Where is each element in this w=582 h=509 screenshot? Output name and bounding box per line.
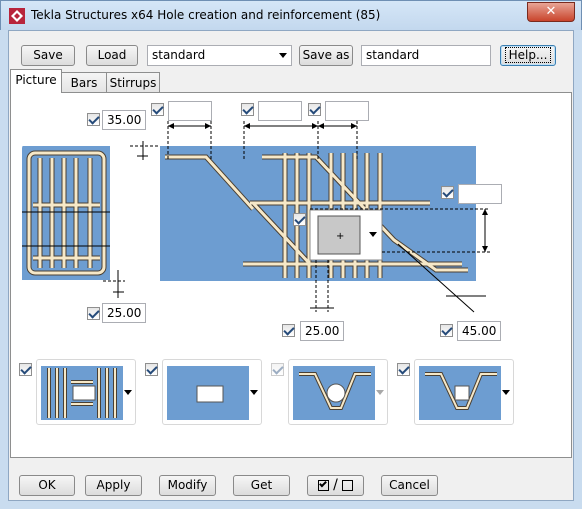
right-dim-field[interactable] [458,184,502,204]
save-button[interactable]: Save [21,45,75,66]
preset-select-value: standard [152,48,206,62]
cancel-button[interactable]: Cancel [381,475,438,496]
close-button[interactable]: ✕ [527,2,575,22]
dim-a-checkbox[interactable] [151,103,164,116]
dim-a-field[interactable] [168,101,212,121]
bottom-spacing-field[interactable]: 25.00 [300,321,344,341]
toggle-separator: / [333,477,338,493]
dim-c-checkbox[interactable] [308,103,321,116]
tab-picture[interactable]: Picture [10,69,62,93]
option-3-checkbox[interactable] [271,363,284,376]
option-4-checkbox[interactable] [397,363,410,376]
dim-c-field[interactable] [325,101,369,121]
straight-bars-icon [41,366,123,420]
option-1-checkbox[interactable] [19,363,32,376]
bottom-left-checkbox[interactable] [87,307,100,320]
unchecked-box-icon [341,480,353,491]
load-button[interactable]: Load [86,45,138,66]
chevron-down-icon [279,53,287,58]
window-title: Tekla Structures x64 Hole creation and r… [31,8,381,22]
dim-b-checkbox[interactable] [241,103,254,116]
bottom-mid-checkbox[interactable] [282,324,295,337]
save-as-button[interactable]: Save as [299,45,353,66]
title-bar: Tekla Structures x64 Hole creation and r… [0,0,582,30]
option-2-select[interactable] [162,359,262,425]
top-left-checkbox[interactable] [87,113,100,126]
preset-select[interactable]: standard [147,45,292,66]
dim-b-field[interactable] [258,101,302,121]
plain-hole-icon [167,366,249,420]
tab-bars[interactable]: Bars [61,72,107,94]
tab-stirrups[interactable]: Stirrups [106,72,160,94]
help-button-label: Help... [504,47,552,63]
bottom-cover-field[interactable]: 25.00 [102,303,146,323]
chevron-down-icon [124,390,132,395]
ok-button[interactable]: OK [19,475,75,496]
help-button[interactable]: Help... [500,45,556,66]
chevron-down-icon [250,390,258,395]
tekla-app-icon [9,8,25,24]
round-hole-icon [293,366,375,420]
angle-checkbox[interactable] [440,324,453,337]
bent-bars-icon [419,366,501,420]
chevron-down-icon [376,390,384,395]
option-4-select[interactable] [414,359,514,425]
toggle-checkboxes-button[interactable]: / [307,475,364,496]
modify-button[interactable]: Modify [159,475,216,496]
option-3-select[interactable] [288,359,388,425]
option-2-checkbox[interactable] [145,363,158,376]
top-cover-field[interactable]: 35.00 [102,110,146,130]
hole-checkbox[interactable] [293,213,306,226]
chevron-down-icon [502,390,510,395]
option-1-select[interactable] [36,359,136,425]
checked-box-icon [318,479,330,491]
angle-field[interactable]: 45.00 [457,321,501,341]
apply-button[interactable]: Apply [85,475,142,496]
save-as-name-field[interactable]: standard [361,45,491,66]
close-icon: ✕ [545,4,557,19]
right-dim-checkbox[interactable] [441,186,454,199]
get-button[interactable]: Get [233,475,290,496]
